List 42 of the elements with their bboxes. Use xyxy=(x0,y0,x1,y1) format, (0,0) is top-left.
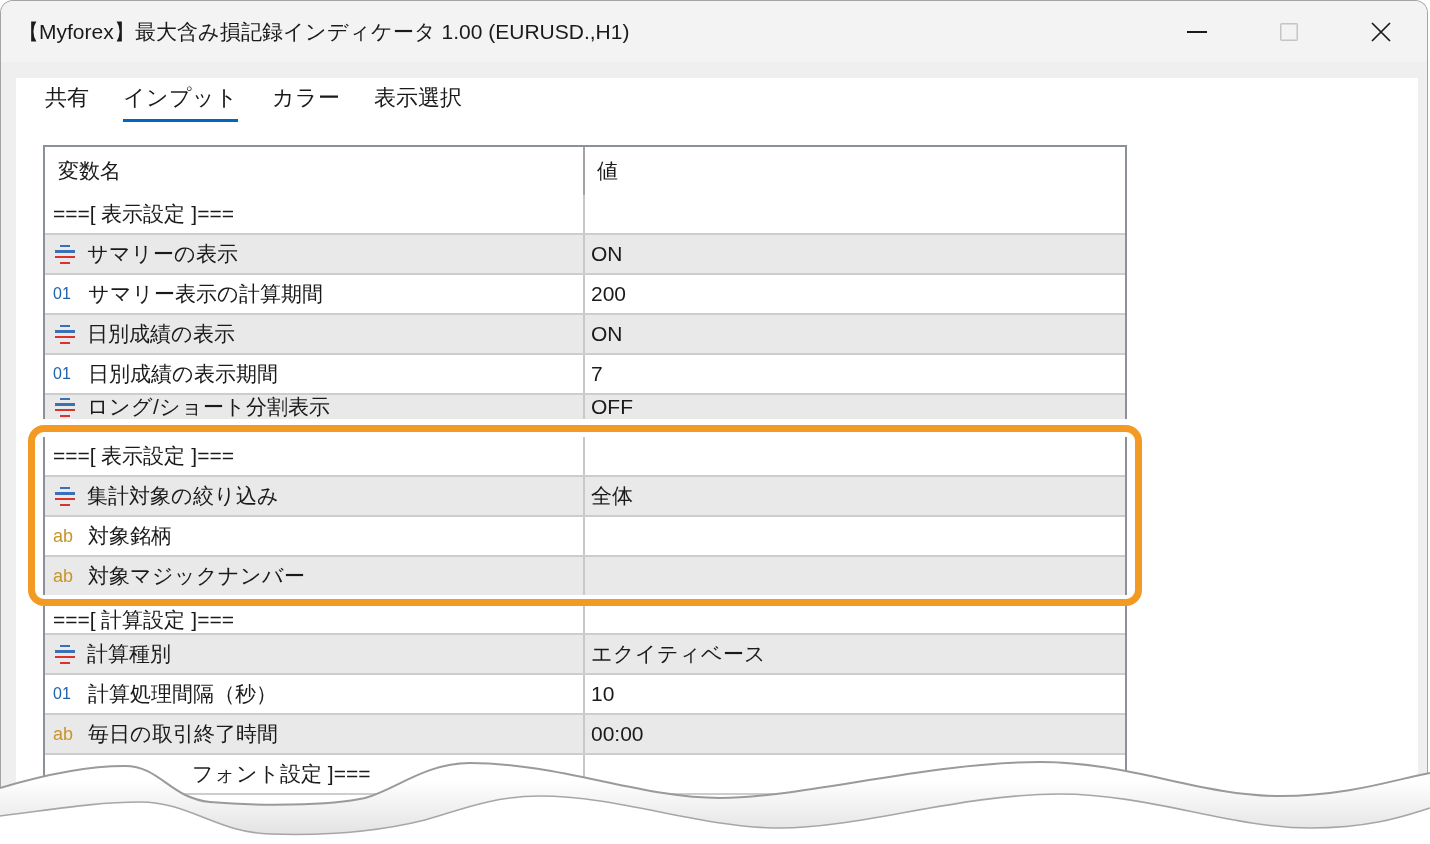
group-heading: フォント設定 ]=== xyxy=(192,761,371,787)
group-heading: ===[ 計算設定 ]=== xyxy=(53,606,234,633)
list-icon xyxy=(54,397,76,417)
parameter-value: 10 xyxy=(591,681,615,707)
text-type-icon: ab xyxy=(53,525,77,547)
window-title: 【Myforex】最大含み損記録インディケータ 1.00 (EURUSD.,H1) xyxy=(18,18,630,45)
group-heading: ===[ 表示設定 ]=== xyxy=(53,201,234,227)
text-type-icon: ab xyxy=(53,723,77,745)
parameter-name: ロング/ショート分割表示 xyxy=(87,395,330,419)
parameter-name: サマリーの表示 xyxy=(87,241,238,267)
parameter-value: ON xyxy=(591,321,623,347)
tab[interactable]: 共有 xyxy=(45,78,89,122)
text-type-icon: ab xyxy=(53,565,77,587)
parameter-name: 日別成績の表示期間 xyxy=(88,361,278,387)
parameter-value: OFF xyxy=(591,395,633,419)
parameter-name: 計算種別 xyxy=(87,641,171,667)
parameter-value: エクイティベース xyxy=(591,641,766,667)
number-type-icon: 01 xyxy=(53,363,77,385)
parameter-value: 200 xyxy=(591,281,627,307)
parameter-name: 対象銘柄 xyxy=(88,523,172,549)
number-type-icon: 01 xyxy=(53,683,77,705)
parameter-name: 計算処理間隔（秒） xyxy=(88,681,277,707)
parameter-value: ON xyxy=(591,241,623,267)
parameter-value: 7 xyxy=(591,361,603,387)
parameter-name: 対象マジックナンバー xyxy=(88,563,305,589)
column-header: 変数名 xyxy=(58,158,121,184)
parameter-name: サマリー表示の計算期間 xyxy=(88,281,323,307)
parameter-name: 毎日の取引終了時間 xyxy=(88,721,278,747)
parameter-name: 集計対象の絞り込み xyxy=(87,483,279,509)
parameter-value: 全体 xyxy=(591,483,633,509)
list-icon xyxy=(54,486,76,506)
number-type-icon: 01 xyxy=(53,283,77,305)
tab[interactable]: 表示選択 xyxy=(374,78,462,122)
tab[interactable]: カラー xyxy=(272,78,340,122)
list-icon xyxy=(54,644,76,664)
list-icon xyxy=(54,244,76,264)
list-icon xyxy=(54,324,76,344)
tab[interactable]: インプット xyxy=(123,78,238,122)
group-heading: ===[ 表示設定 ]=== xyxy=(53,443,234,469)
parameter-value: 00:00 xyxy=(591,721,644,747)
parameter-name: 日別成績の表示 xyxy=(87,321,235,347)
column-header: 値 xyxy=(597,158,618,184)
